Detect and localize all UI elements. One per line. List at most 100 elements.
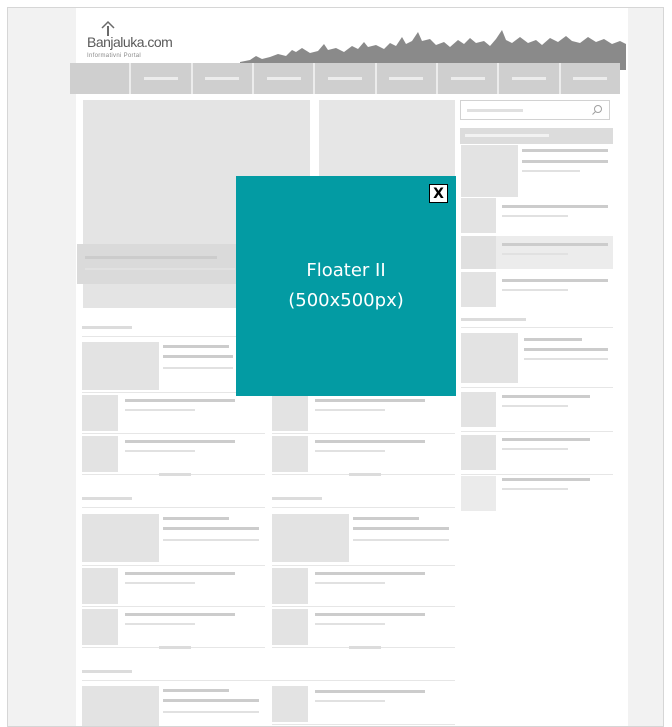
divider [272,565,455,566]
sidebar-item-image[interactable] [461,272,496,307]
article-title [353,517,419,520]
divider [272,606,455,607]
sidebar-item-title [502,478,590,481]
more-link[interactable] [349,646,381,649]
article-image[interactable] [82,609,118,645]
article-meta [315,450,385,452]
article-meta [353,539,449,541]
article-meta [315,700,385,702]
divider [461,327,613,328]
site-logo[interactable]: Banjaluka.com Informativni Portal [81,18,201,64]
section-divider [82,507,265,508]
sidebar-item-title [524,348,608,351]
article-title [125,572,235,575]
sidebar-item-image[interactable] [461,145,518,197]
divider [272,433,455,434]
sidebar-item-meta [502,488,568,490]
sidebar-item-title [524,338,582,341]
section-title [82,670,132,673]
logo-text: Banjaluka.com [87,34,173,50]
sidebar-item-title [502,438,590,441]
browser-viewport: Banjaluka.com Informativni Portal X Floa… [7,7,664,727]
nav-item-6[interactable] [377,63,438,94]
article-image[interactable] [272,436,308,472]
sidebar-item-title [502,205,608,208]
article-image[interactable] [272,514,349,562]
article-title [315,399,425,402]
sidebar-item-title [522,160,608,163]
article-image[interactable] [82,395,118,431]
nav-item-4[interactable] [254,63,316,94]
section-title [272,497,322,500]
article-title [353,527,449,530]
article-image[interactable] [272,609,308,645]
article-title [315,613,425,616]
nav-item-8[interactable] [499,63,561,94]
sidebar-item-image[interactable] [461,435,496,470]
article-meta [163,711,259,713]
divider [461,387,613,388]
article-title [125,440,235,443]
article-title [163,689,229,692]
divider [272,724,455,725]
article-title [163,517,229,520]
sidebar-item-image[interactable] [461,392,496,427]
article-meta [315,409,385,411]
nav-item-3[interactable] [193,63,254,94]
featured-caption-line [85,268,235,270]
article-meta [163,539,259,541]
nav-item-2[interactable] [131,63,193,94]
sidebar-item-meta [522,170,580,172]
article-title [163,355,233,358]
sidebar-item-image[interactable] [461,198,496,233]
sidebar-item-title [502,279,608,282]
sidebar-item-title [522,149,608,152]
main-navigation [70,63,620,94]
search-box[interactable] [460,100,610,120]
article-image[interactable] [82,436,118,472]
article-title [315,690,425,693]
logo-tagline: Informativni Portal [87,53,142,59]
sidebar-header-line [465,134,549,137]
nav-item-7[interactable] [438,63,500,94]
divider [82,433,265,434]
search-icon[interactable] [591,104,603,116]
article-title [125,399,235,402]
section-title [82,497,132,500]
sidebar-item-title [502,243,608,246]
article-title [163,527,259,530]
sidebar-item-image[interactable] [461,236,496,269]
article-meta [163,367,233,369]
article-meta [125,450,195,452]
article-image[interactable] [82,514,159,562]
divider [82,565,265,566]
featured-caption-line [85,256,217,259]
floater-ad[interactable]: X Floater II (500x500px) [236,176,456,396]
more-link[interactable] [159,473,191,476]
more-link[interactable] [349,473,381,476]
article-image[interactable] [82,342,159,390]
close-icon[interactable]: X [429,184,448,203]
nav-item-9[interactable] [561,63,620,94]
sidebar-item-meta [524,358,608,360]
article-image[interactable] [82,568,118,604]
article-image[interactable] [272,568,308,604]
article-image[interactable] [82,686,159,726]
divider [461,431,613,432]
article-image[interactable] [272,686,308,722]
article-meta [125,582,195,584]
nav-item-5[interactable] [315,63,377,94]
sidebar-item-image[interactable] [461,333,518,383]
sidebar-item-meta [502,405,568,407]
article-meta [125,409,195,411]
sidebar-item-meta [502,448,568,450]
article-meta [315,623,385,625]
section-title [82,326,132,329]
nav-item-1[interactable] [70,63,132,94]
article-title [125,613,235,616]
sidebar-item-image[interactable] [461,476,496,511]
article-image[interactable] [272,395,308,431]
sidebar-item-meta [502,215,568,217]
more-link[interactable] [159,646,191,649]
article-meta [125,623,195,625]
